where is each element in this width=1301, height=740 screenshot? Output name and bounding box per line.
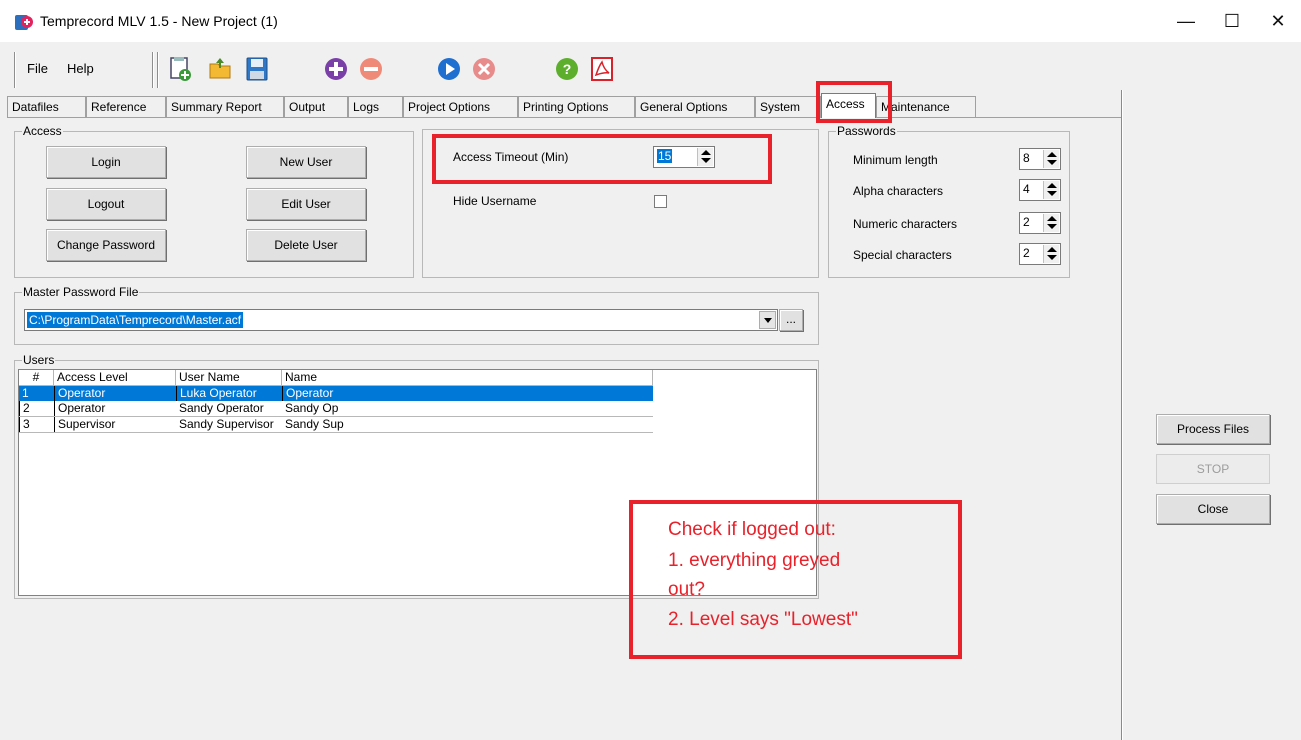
table-row[interactable]: 1 Operator Luka Operator Operator bbox=[19, 386, 653, 401]
row-number: 2 bbox=[19, 401, 54, 416]
hide-username-checkbox[interactable] bbox=[654, 195, 667, 208]
logout-button[interactable]: Logout bbox=[46, 188, 166, 220]
toolbar-grip[interactable] bbox=[14, 52, 16, 88]
tab-general-options[interactable]: General Options bbox=[635, 96, 755, 117]
note-line-2: 1. everything greyed bbox=[668, 550, 841, 571]
spinner-arrows-icon[interactable] bbox=[1043, 181, 1059, 199]
chevron-down-icon[interactable] bbox=[759, 311, 776, 329]
numeric-characters-spinner[interactable]: 2 bbox=[1019, 212, 1061, 234]
svg-text:?: ? bbox=[563, 61, 572, 77]
row-access-level: Operator bbox=[54, 401, 176, 416]
passwords-group-label: Passwords bbox=[836, 124, 897, 138]
play-icon[interactable] bbox=[434, 54, 464, 84]
row-access-level: Supervisor bbox=[54, 417, 176, 432]
spinner-arrows-icon[interactable] bbox=[1043, 214, 1059, 232]
tab-summary-report[interactable]: Summary Report bbox=[166, 96, 284, 117]
pdf-icon[interactable] bbox=[587, 54, 617, 84]
delete-user-button[interactable]: Delete User bbox=[246, 229, 366, 261]
browse-button[interactable]: ... bbox=[779, 309, 803, 331]
special-characters-label: Special characters bbox=[853, 248, 952, 262]
note-line-4: 2. Level says "Lowest" bbox=[668, 609, 858, 630]
hide-username-label: Hide Username bbox=[453, 194, 537, 208]
tab-system[interactable]: System bbox=[755, 96, 821, 117]
column-user-name[interactable]: User Name bbox=[176, 370, 282, 386]
app-icon bbox=[15, 15, 33, 30]
menu-help[interactable]: Help bbox=[67, 61, 94, 76]
cancel-icon[interactable] bbox=[469, 54, 499, 84]
alpha-characters-label: Alpha characters bbox=[853, 184, 944, 198]
column-access-level[interactable]: Access Level bbox=[54, 370, 176, 386]
tab-access[interactable]: Access bbox=[821, 93, 876, 118]
alpha-characters-value: 4 bbox=[1023, 182, 1030, 196]
row-user-name: Sandy Supervisor bbox=[179, 417, 274, 431]
users-group-label: Users bbox=[22, 353, 56, 367]
master-password-path: C:\ProgramData\Temprecord\Master.acf bbox=[27, 312, 244, 328]
menu-file[interactable]: File bbox=[27, 61, 48, 76]
toolbar-grip[interactable] bbox=[157, 52, 159, 88]
tab-logs[interactable]: Logs bbox=[348, 96, 403, 117]
toolbar bbox=[0, 42, 1301, 90]
login-button[interactable]: Login bbox=[46, 146, 166, 178]
edit-user-button[interactable]: Edit User bbox=[246, 188, 366, 220]
row-user-name: Sandy Operator bbox=[179, 401, 264, 415]
alpha-characters-spinner[interactable]: 4 bbox=[1019, 179, 1061, 201]
special-characters-spinner[interactable]: 2 bbox=[1019, 243, 1061, 265]
master-password-label: Master Password File bbox=[22, 285, 140, 299]
help-icon[interactable]: ? bbox=[552, 54, 582, 84]
tab-datafiles[interactable]: Datafiles bbox=[7, 96, 86, 117]
row-number: 1 bbox=[22, 386, 29, 400]
table-row[interactable]: 2 Operator Sandy Operator Sandy Op bbox=[19, 401, 653, 417]
maximize-button[interactable]: ☐ bbox=[1209, 0, 1255, 42]
toolbar-grip[interactable] bbox=[152, 52, 154, 88]
change-password-button[interactable]: Change Password bbox=[46, 229, 166, 261]
access-group-label: Access bbox=[22, 124, 63, 138]
tab-output[interactable]: Output bbox=[284, 96, 348, 117]
process-files-button[interactable]: Process Files bbox=[1156, 414, 1270, 444]
table-row[interactable]: 3 Supervisor Sandy Supervisor Sandy Sup bbox=[19, 417, 653, 433]
spinner-arrows-icon[interactable] bbox=[1043, 245, 1059, 263]
new-user-button[interactable]: New User bbox=[246, 146, 366, 178]
minimum-length-value: 8 bbox=[1023, 151, 1030, 165]
close-window-button[interactable]: ✕ bbox=[1255, 0, 1301, 42]
numeric-characters-label: Numeric characters bbox=[853, 217, 958, 231]
open-folder-icon[interactable] bbox=[206, 54, 236, 84]
window-title: Temprecord MLV 1.5 - New Project (1) bbox=[40, 13, 278, 29]
minimum-length-label: Minimum length bbox=[853, 153, 938, 167]
numeric-characters-value: 2 bbox=[1023, 215, 1030, 229]
column-name[interactable]: Name bbox=[282, 370, 653, 386]
minimize-button[interactable]: — bbox=[1163, 0, 1209, 42]
tab-project-options[interactable]: Project Options bbox=[403, 96, 518, 117]
tab-printing-options[interactable]: Printing Options bbox=[518, 96, 635, 117]
timeout-highlight bbox=[432, 134, 772, 184]
row-number: 3 bbox=[19, 417, 54, 432]
row-name: Sandy Op bbox=[285, 401, 339, 415]
add-icon[interactable] bbox=[321, 54, 351, 84]
row-name: Operator bbox=[282, 386, 653, 401]
remove-icon[interactable] bbox=[356, 54, 386, 84]
new-project-icon[interactable] bbox=[165, 54, 195, 84]
note-line-3: out? bbox=[668, 579, 705, 600]
stop-button: STOP bbox=[1156, 454, 1270, 484]
spinner-arrows-icon[interactable] bbox=[1043, 150, 1059, 168]
column-number[interactable]: # bbox=[19, 370, 54, 386]
tab-reference[interactable]: Reference bbox=[86, 96, 166, 117]
row-user-name: Luka Operator bbox=[176, 386, 282, 401]
save-icon[interactable] bbox=[242, 54, 272, 84]
special-characters-value: 2 bbox=[1023, 246, 1030, 260]
row-access-level: Operator bbox=[54, 386, 176, 401]
close-button[interactable]: Close bbox=[1156, 494, 1270, 524]
master-password-combo[interactable]: C:\ProgramData\Temprecord\Master.acf bbox=[24, 309, 778, 331]
minimum-length-spinner[interactable]: 8 bbox=[1019, 148, 1061, 170]
note-line-1: Check if logged out: bbox=[668, 519, 836, 540]
row-name: Sandy Sup bbox=[285, 417, 344, 431]
